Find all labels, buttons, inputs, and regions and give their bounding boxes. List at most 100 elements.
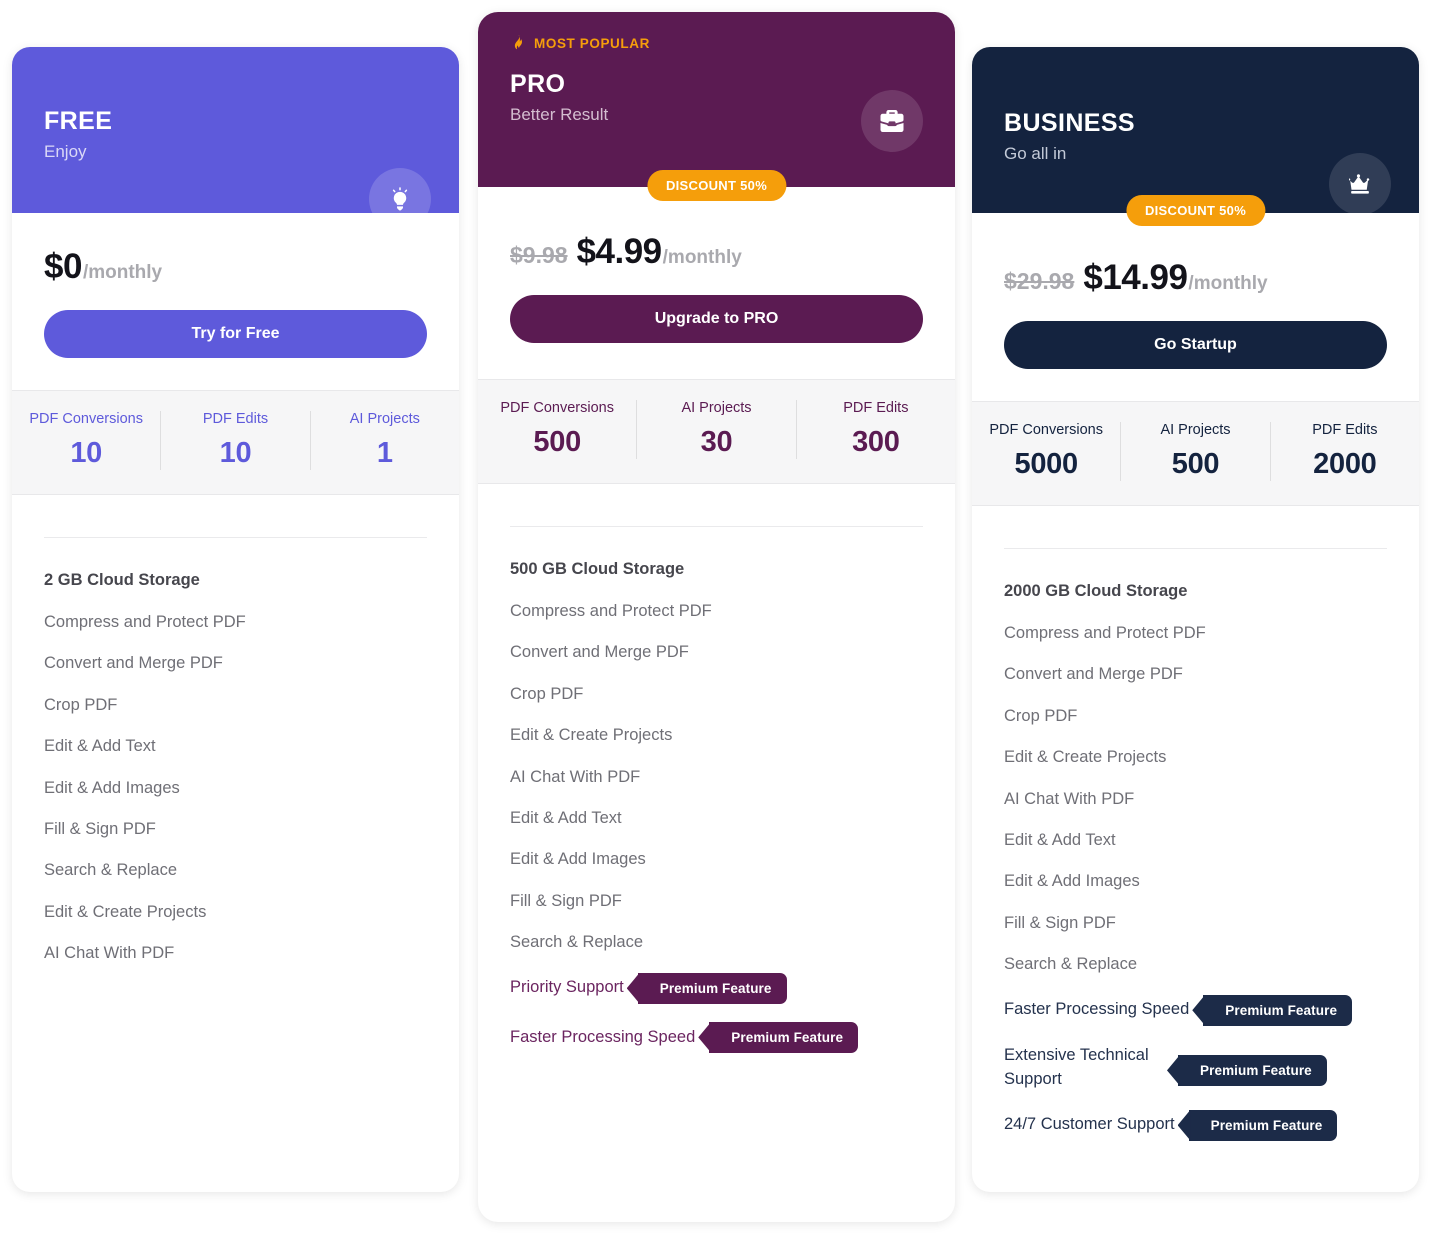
- feature-label: Convert and Merge PDF: [44, 654, 223, 673]
- stat-label: AI Projects: [349, 411, 420, 427]
- card-header-free: FREE Enjoy: [12, 47, 459, 230]
- feature-label: Compress and Protect PDF: [44, 612, 246, 631]
- feature-label: Compress and Protect PDF: [1004, 623, 1206, 642]
- pricing-card-business[interactable]: BUSINESS Go all in DISCOUNT 50% $29.98 $…: [972, 47, 1419, 1192]
- feature-label: Search & Replace: [1004, 955, 1137, 974]
- list-item: Extensive Technical Support Premium Feat…: [1004, 1044, 1387, 1092]
- feature-label: 24/7 Customer Support: [1004, 1115, 1175, 1134]
- list-item: Fill & Sign PDF: [510, 890, 923, 913]
- list-item: Compress and Protect PDF: [510, 600, 923, 623]
- features-section-pro: 500 GB Cloud Storage Compress and Protec…: [478, 526, 955, 1053]
- feature-label: Compress and Protect PDF: [510, 601, 712, 620]
- price-original-business: $29.98: [1004, 268, 1075, 294]
- price-current-business: $14.99: [1083, 258, 1188, 297]
- features-divider: [1004, 548, 1387, 550]
- price-period-free: /monthly: [82, 262, 163, 283]
- price-block-free: $0 /monthly Try for Free: [12, 213, 459, 358]
- stat-value: 5000: [1014, 448, 1079, 481]
- plan-tagline-free: Enjoy: [44, 141, 87, 161]
- stat-label: AI Projects: [1160, 422, 1231, 438]
- stat-label: PDF Conversions: [29, 411, 143, 427]
- stat-cell: AI Projects 30: [636, 400, 795, 460]
- cta-try-for-free-button[interactable]: Try for Free: [44, 310, 427, 358]
- stats-strip-free: PDF Conversions 10 PDF Edits 10 AI Proje…: [12, 390, 459, 496]
- stat-label: PDF Edits: [1312, 422, 1378, 438]
- list-item: 500 GB Cloud Storage: [510, 558, 923, 581]
- price-period-pro: /monthly: [662, 247, 742, 268]
- cta-upgrade-to-pro-button[interactable]: Upgrade to PRO: [510, 295, 923, 343]
- list-item: Compress and Protect PDF: [1004, 622, 1387, 645]
- pricing-card-free[interactable]: FREE Enjoy $0 /monthly Try for Free PDF …: [12, 47, 459, 1192]
- pricing-card-pro[interactable]: MOST POPULAR PRO Better Result DISCOUNT …: [478, 12, 955, 1222]
- feature-label: Edit & Create Projects: [510, 726, 673, 745]
- feature-label: Edit & Add Images: [510, 850, 646, 869]
- list-item: Convert and Merge PDF: [510, 641, 923, 664]
- list-item: Edit & Create Projects: [510, 724, 923, 747]
- list-item: Edit & Create Projects: [1004, 746, 1387, 769]
- stat-cell: PDF Conversions 5000: [972, 422, 1120, 481]
- stat-cell: PDF Edits 10: [160, 411, 309, 471]
- feature-label: Edit & Add Text: [510, 808, 622, 827]
- stat-label: PDF Edits: [843, 400, 909, 416]
- features-divider: [510, 526, 923, 528]
- card-body-free: FREE Enjoy $0 /monthly Try for Free PDF …: [12, 47, 459, 1192]
- cta-go-startup-button[interactable]: Go Startup: [1004, 321, 1387, 369]
- feature-label: Fill & Sign PDF: [510, 891, 622, 910]
- feature-label: AI Chat With PDF: [44, 944, 175, 963]
- list-item: Edit & Add Text: [1004, 829, 1387, 852]
- stat-label: PDF Conversions: [500, 400, 614, 416]
- features-section-free: 2 GB Cloud Storage Compress and Protect …: [12, 537, 459, 965]
- status-badge: Premium Feature: [1178, 1054, 1327, 1086]
- list-item: Fill & Sign PDF: [1004, 912, 1387, 935]
- features-list-business: 2000 GB Cloud Storage Compress and Prote…: [1004, 580, 1387, 1141]
- list-item: Faster Processing Speed Premium Feature: [510, 1021, 923, 1053]
- feature-label: Faster Processing Speed: [510, 1027, 696, 1046]
- list-item: Edit & Add Text: [510, 807, 923, 830]
- stat-value: 2000: [1313, 448, 1377, 481]
- list-item: Compress and Protect PDF: [44, 611, 427, 634]
- feature-label: Convert and Merge PDF: [510, 643, 689, 662]
- stat-cell: PDF Conversions 500: [478, 400, 636, 459]
- feature-label: Crop PDF: [44, 695, 118, 714]
- list-item: Convert and Merge PDF: [1004, 663, 1387, 686]
- stat-value: 10: [70, 437, 102, 470]
- feature-label: Fill & Sign PDF: [44, 819, 156, 838]
- list-item: Edit & Add Text: [44, 735, 427, 758]
- status-badge: Premium Feature: [1203, 994, 1353, 1026]
- price-row-pro: $9.98 $4.99 /monthly: [510, 232, 923, 272]
- feature-label: Edit & Add Text: [44, 737, 156, 756]
- features-list-free: 2 GB Cloud Storage Compress and Protect …: [44, 569, 427, 965]
- feature-label: Edit & Create Projects: [1004, 748, 1167, 767]
- stat-label: PDF Conversions: [989, 422, 1103, 438]
- list-item: Edit & Add Images: [510, 848, 923, 871]
- feature-label: AI Chat With PDF: [510, 767, 641, 786]
- lightbulb-icon: [369, 168, 431, 230]
- card-body-pro: MOST POPULAR PRO Better Result DISCOUNT …: [478, 12, 955, 1222]
- stat-label: PDF Edits: [202, 411, 269, 427]
- plan-name-pro: PRO: [510, 70, 566, 98]
- feature-label: Convert and Merge PDF: [1004, 665, 1183, 684]
- feature-label: Edit & Add Images: [44, 778, 180, 797]
- stat-value: 300: [852, 426, 900, 459]
- discount-badge-business: DISCOUNT 50%: [1125, 195, 1266, 226]
- list-item: Edit & Create Projects: [44, 901, 427, 924]
- plan-tagline-business: Go all in: [1004, 143, 1067, 163]
- feature-label: Extensive Technical Support: [1004, 1045, 1149, 1088]
- list-item: AI Chat With PDF: [44, 942, 427, 965]
- list-item: Edit & Add Images: [1004, 870, 1387, 893]
- status-badge: Premium Feature: [1188, 1109, 1338, 1141]
- feature-label: Edit & Create Projects: [44, 902, 207, 921]
- list-item: 24/7 Customer Support Premium Feature: [1004, 1109, 1387, 1141]
- price-original-pro: $9.98: [510, 242, 568, 268]
- card-body-business: BUSINESS Go all in DISCOUNT 50% $29.98 $…: [972, 47, 1419, 1192]
- feature-label: Search & Replace: [510, 933, 643, 952]
- price-row-free: $0 /monthly: [44, 247, 427, 287]
- list-item: Edit & Add Images: [44, 777, 427, 800]
- stat-cell: AI Projects 1: [309, 411, 459, 471]
- feature-label: Crop PDF: [1004, 706, 1078, 725]
- list-item: Search & Replace: [44, 859, 427, 882]
- plan-name-business: BUSINESS: [1004, 109, 1136, 137]
- list-item: Fill & Sign PDF: [44, 818, 427, 841]
- stats-strip-business: PDF Conversions 5000 AI Projects 500 PDF…: [972, 401, 1419, 507]
- feature-label: 2 GB Cloud Storage: [44, 571, 200, 590]
